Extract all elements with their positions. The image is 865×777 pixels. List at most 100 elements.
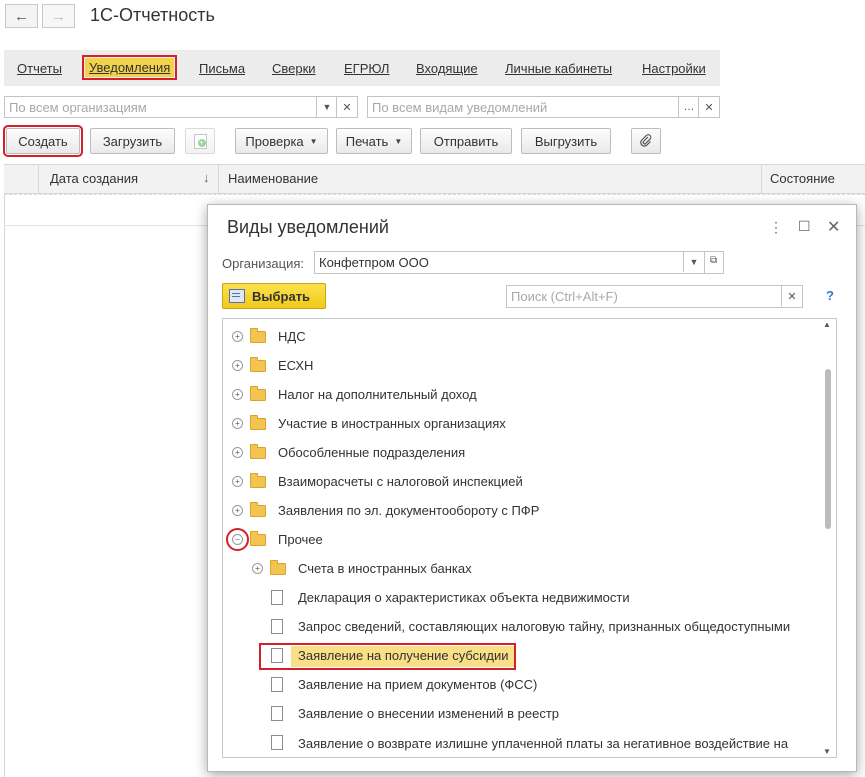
notification-kinds-filter[interactable]: По всем видам уведомлений … ✕ [367,96,720,118]
load-button[interactable]: Загрузить [90,128,175,154]
tree-item-label: Заявление на получение субсидии [298,648,509,663]
tree-item[interactable]: + НДС [223,323,823,352]
scrollbar-thumb[interactable] [825,369,831,529]
print-button-label: Печать [345,133,389,149]
select-button[interactable]: … [678,97,699,117]
scrollbar[interactable]: ▲ ▼ [820,319,836,757]
document-icon [271,648,283,663]
sort-arrow-icon: ↓ [203,170,210,185]
tree-item-label: Участие в иностранных организациях [278,416,506,431]
tree-item-label: НДС [278,329,306,344]
menu-item-egrul[interactable]: ЕГРЮЛ [344,61,389,76]
tree-item-label: Заявление о внесении изменений в реестр [298,706,560,721]
notification-kinds-dialog: Виды уведомлений ⋮ ☐ ✕ Организация: Конф… [207,204,857,772]
clear-button[interactable]: ✕ [698,97,719,117]
tree-item[interactable]: Заявление на прием документов (ФСС) [223,671,823,700]
scroll-down-icon[interactable]: ▼ [823,747,831,756]
organizations-filter-placeholder: По всем организациям [9,100,147,115]
export-button-label: Выгрузить [534,133,598,149]
select-button[interactable]: Выбрать [222,283,326,309]
tree-item[interactable]: + Налог на дополнительный доход [223,381,823,410]
expand-icon[interactable]: + [232,360,243,371]
folder-icon [250,531,266,546]
export-button[interactable]: Выгрузить [521,128,611,154]
tree-item[interactable]: Заявление о возврате излишне уплаченной … [223,729,823,757]
expand-icon[interactable]: + [232,331,243,342]
column-header-status[interactable]: Состояние [770,171,835,186]
tree-item[interactable]: Запрос сведений, составляющих налоговую … [223,613,823,642]
organization-label: Организация: [222,256,305,271]
tree-item[interactable]: + Заявления по эл. документообороту с ПФ… [223,497,823,526]
search-input[interactable]: Поиск (Ctrl+Alt+F) ✕ [506,285,803,308]
menu-item-reconciliations[interactable]: Сверки [272,61,316,76]
create-button[interactable]: Создать [3,125,83,157]
expand-icon[interactable]: + [232,505,243,516]
tree-item-label: Заявление на прием документов (ФСС) [298,677,538,692]
notification-kinds-filter-placeholder: По всем видам уведомлений [372,100,548,115]
add-file-icon: + [193,133,207,149]
menu-item-letters[interactable]: Письма [199,61,245,76]
tree-item-label: Запрос сведений, составляющих налоговую … [298,619,791,634]
collapse-icon[interactable]: − [226,528,249,551]
scroll-up-icon[interactable]: ▲ [823,320,831,329]
back-button[interactable]: ← [5,4,38,28]
tree-item[interactable]: + ЕСХН [223,352,823,381]
maximize-icon[interactable]: ☐ [798,218,811,235]
document-icon [271,735,283,750]
tree-item[interactable]: − Прочее [223,526,823,555]
tree-item[interactable]: + Участие в иностранных организациях [223,410,823,439]
chevron-down-icon: ▼ [322,102,332,112]
folder-icon [250,444,266,459]
expand-icon[interactable]: + [232,447,243,458]
attach-button[interactable] [631,128,661,154]
dropdown-button[interactable]: ▼ [683,252,704,272]
organization-field[interactable]: Конфетпром ООО ▼ [314,251,705,274]
notification-kinds-tree: + НДС + ЕСХН + Налог на дополнительный д… [222,318,837,758]
expand-icon[interactable]: + [232,418,243,429]
arrow-left-icon: ← [14,7,29,25]
expand-icon[interactable]: + [232,389,243,400]
tree-item-label: Обособленные подразделения [278,445,466,460]
tree-item-label: Счета в иностранных банках [298,561,472,576]
tree-item[interactable]: Декларация о характеристиках объекта нед… [223,584,823,613]
print-menu-button[interactable]: Печать ▼ [336,128,412,154]
tree-item[interactable]: Заявление о внесении изменений в реестр [223,700,823,729]
add-file-button[interactable]: + [185,128,215,154]
clear-search-button[interactable]: ✕ [781,286,802,306]
forward-button[interactable]: → [42,4,75,28]
tree-item-label: Взаиморасчеты с налоговой инспекцией [278,474,523,489]
open-organization-button[interactable]: ⧉ [704,251,724,274]
organization-value: Конфетпром ООО [319,255,429,270]
dialog-title: Виды уведомлений [227,217,389,237]
paperclip-icon [640,134,652,147]
expand-icon[interactable]: + [232,476,243,487]
close-icon[interactable]: ✕ [827,217,840,237]
tree-item[interactable]: + Счета в иностранных банках [223,555,823,584]
dropdown-button[interactable]: ▼ [316,97,337,117]
tree-item-label: ЕСХН [278,358,314,373]
column-header-name[interactable]: Наименование [228,171,318,186]
caret-down-icon: ▼ [394,136,403,146]
tree-item[interactable]: + Взаиморасчеты с налоговой инспекцией [223,468,823,497]
menu-item-personal-accounts[interactable]: Личные кабинеты [505,61,612,76]
more-icon[interactable]: ⋮ [769,219,783,236]
close-icon: ✕ [704,101,714,114]
menu-item-settings[interactable]: Настройки [642,61,706,76]
send-button-label: Отправить [433,133,499,149]
tree-item[interactable]: + Обособленные подразделения [223,439,823,468]
menu-item-notifications[interactable]: Уведомления [81,55,178,80]
menu-item-reports[interactable]: Отчеты [17,61,62,76]
column-header-date[interactable]: Дата создания [50,171,138,186]
check-menu-button[interactable]: Проверка ▼ [235,128,328,154]
menu-item-incoming[interactable]: Входящие [416,61,478,76]
send-button[interactable]: Отправить [420,128,512,154]
expand-icon[interactable]: + [252,563,263,574]
close-icon: ✕ [342,101,352,114]
tree-item-selected[interactable]: Заявление на получение субсидии [223,642,823,671]
tree-item-label: Заявление о возврате излишне уплаченной … [298,736,789,757]
help-icon[interactable]: ? [826,288,834,303]
clear-button[interactable]: ✕ [336,97,357,117]
arrow-right-icon: → [51,7,66,25]
document-icon [271,677,283,692]
organizations-filter[interactable]: По всем организациям ▼ ✕ [4,96,358,118]
